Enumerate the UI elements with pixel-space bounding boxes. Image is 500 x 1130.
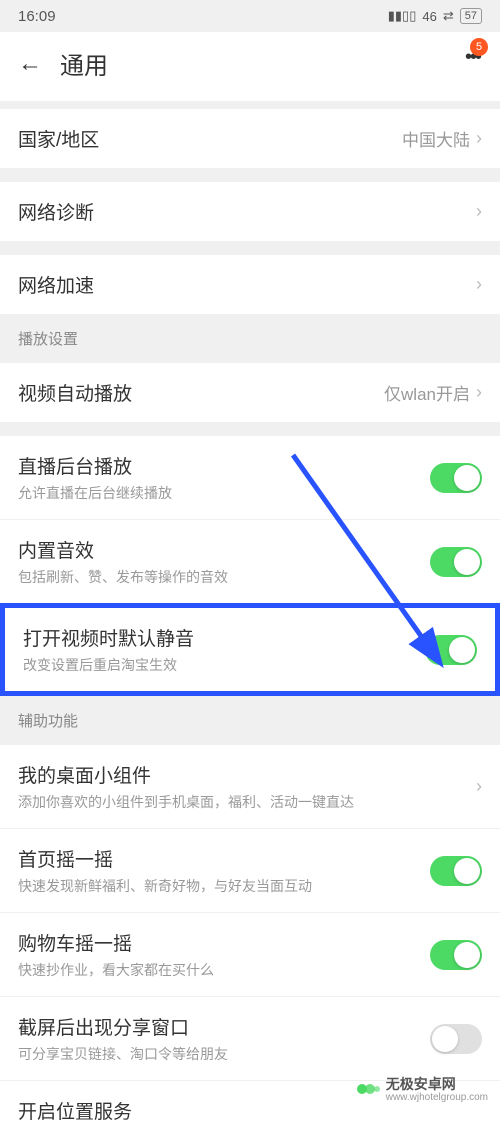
toggle-sound[interactable] — [430, 547, 482, 577]
row-shake-cart-sub: 快速抄作业，看大家都在买什么 — [18, 960, 430, 980]
chevron-right-icon: › — [476, 776, 482, 797]
row-bgplay-label: 直播后台播放 — [18, 452, 430, 479]
row-autoplay[interactable]: 视频自动播放 仅wlan开启 › — [0, 363, 500, 422]
row-shake-cart: 购物车摇一摇 快速抄作业，看大家都在买什么 — [0, 912, 500, 996]
status-right: ▮▮▯▯ 46 ⇄ 57 — [388, 8, 482, 24]
row-shake-home-sub: 快速发现新鲜福利、新奇好物，与好友当面互动 — [18, 876, 430, 896]
toggle-screenshot[interactable] — [430, 1024, 482, 1054]
menu-button[interactable]: ••• 5 — [465, 46, 480, 69]
row-widget[interactable]: 我的桌面小组件 添加你喜欢的小组件到手机桌面，福利、活动一键直达 › — [0, 745, 500, 828]
menu-badge: 5 — [470, 38, 488, 56]
status-battery: 57 — [460, 8, 482, 24]
row-shake-home: 首页摇一摇 快速发现新鲜福利、新奇好物，与好友当面互动 — [0, 828, 500, 912]
row-netdiag-label: 网络诊断 — [18, 198, 476, 225]
back-button[interactable]: ← — [18, 50, 42, 78]
watermark: 无极安卓网 www.wjhotelgroup.com — [356, 1074, 488, 1103]
status-network-label: 46 — [422, 9, 436, 24]
toggle-mute[interactable] — [425, 635, 477, 665]
row-bgplay-sub: 允许直播在后台继续播放 — [18, 483, 430, 503]
chevron-right-icon: › — [476, 382, 482, 403]
row-sound-label: 内置音效 — [18, 536, 430, 563]
row-mute: 打开视频时默认静音 改变设置后重启淘宝生效 — [5, 608, 495, 691]
row-region-value: 中国大陆 — [402, 126, 470, 151]
toggle-bgplay[interactable] — [430, 463, 482, 493]
row-sound-sub: 包括刷新、赞、发布等操作的音效 — [18, 567, 430, 587]
row-screenshot-label: 截屏后出现分享窗口 — [18, 1013, 430, 1040]
chevron-right-icon: › — [476, 128, 482, 149]
row-region-label: 国家/地区 — [18, 125, 402, 152]
highlight-annotation: 打开视频时默认静音 改变设置后重启淘宝生效 — [0, 603, 500, 696]
section-playback-header: 播放设置 — [0, 314, 500, 363]
row-netboost[interactable]: 网络加速 › — [0, 255, 500, 314]
watermark-brand: 无极安卓网 — [386, 1076, 456, 1092]
status-wifi-icon: ⇄ — [443, 8, 454, 24]
row-region[interactable]: 国家/地区 中国大陆 › — [0, 109, 500, 168]
section-assist-header: 辅助功能 — [0, 696, 500, 745]
row-mute-label: 打开视频时默认静音 — [23, 624, 425, 651]
status-bar: 16:09 ▮▮▯▯ 46 ⇄ 57 — [0, 0, 500, 32]
row-shake-home-label: 首页摇一摇 — [18, 845, 430, 872]
status-signal-icon: ▮▮▯▯ — [388, 8, 417, 24]
chevron-right-icon: › — [476, 274, 482, 295]
row-autoplay-value: 仅wlan开启 — [384, 380, 470, 405]
page-title: 通用 — [60, 46, 108, 81]
watermark-logo-icon — [356, 1077, 380, 1101]
row-widget-label: 我的桌面小组件 — [18, 761, 476, 788]
status-time: 16:09 — [18, 8, 56, 25]
chevron-right-icon: › — [476, 201, 482, 222]
row-netboost-label: 网络加速 — [18, 271, 476, 298]
watermark-url: www.wjhotelgroup.com — [386, 1092, 488, 1103]
row-bgplay: 直播后台播放 允许直播在后台继续播放 — [0, 436, 500, 519]
row-autoplay-label: 视频自动播放 — [18, 379, 384, 406]
row-shake-cart-label: 购物车摇一摇 — [18, 929, 430, 956]
row-screenshot-sub: 可分享宝贝链接、淘口令等给朋友 — [18, 1044, 430, 1064]
toggle-shake-cart[interactable] — [430, 940, 482, 970]
toggle-shake-home[interactable] — [430, 856, 482, 886]
row-widget-sub: 添加你喜欢的小组件到手机桌面，福利、活动一键直达 — [18, 792, 476, 812]
row-mute-sub: 改变设置后重启淘宝生效 — [23, 655, 425, 675]
header-bar: ← 通用 ••• 5 — [0, 32, 500, 101]
row-screenshot: 截屏后出现分享窗口 可分享宝贝链接、淘口令等给朋友 — [0, 996, 500, 1080]
row-netdiag[interactable]: 网络诊断 › — [0, 182, 500, 241]
row-sound: 内置音效 包括刷新、赞、发布等操作的音效 — [0, 519, 500, 603]
